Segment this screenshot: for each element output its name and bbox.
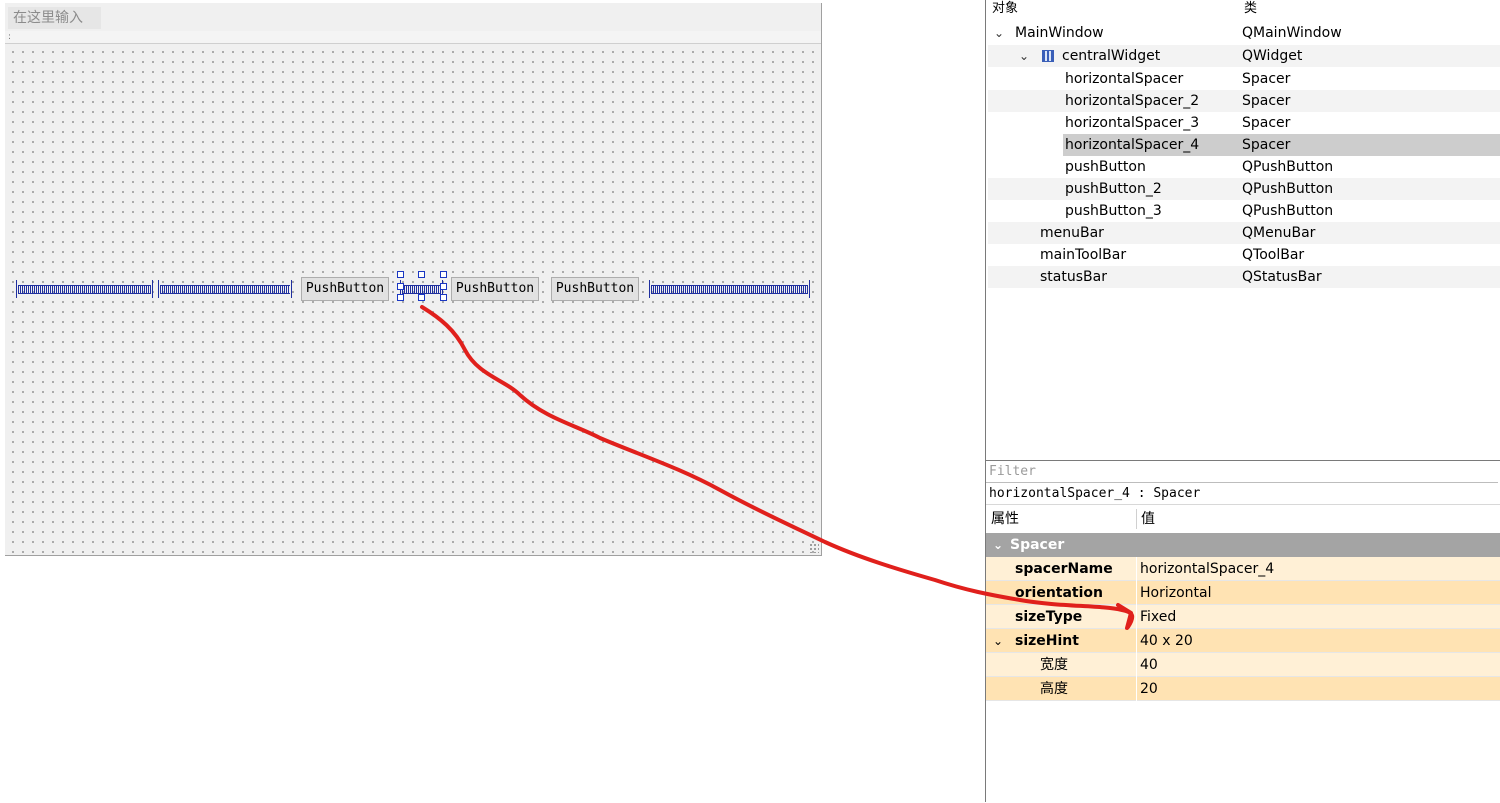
- horizontal-spacer-3[interactable]: [649, 280, 810, 298]
- tree-row-maintoolbar[interactable]: mainToolBar QToolBar: [988, 244, 1500, 266]
- push-button-3[interactable]: PushButton: [551, 277, 639, 301]
- toolbar-handle[interactable]: :: [8, 31, 11, 43]
- property-value[interactable]: Horizontal: [1140, 581, 1211, 605]
- tree-item-name: statusBar: [1040, 269, 1107, 285]
- tree-item-class: QMenuBar: [1242, 225, 1316, 241]
- tree-item-class: Spacer: [1242, 93, 1291, 109]
- push-button-1[interactable]: PushButton: [301, 277, 389, 301]
- tree-row-horizontalspacer-4-selected[interactable]: horizontalSpacer_4 Spacer: [988, 134, 1500, 156]
- property-value[interactable]: 40 x 20: [1140, 629, 1193, 653]
- property-name: orientation: [1015, 585, 1103, 601]
- tree-row-mainwindow[interactable]: ⌄ MainWindow QMainWindow: [988, 22, 1500, 44]
- tree-row-pushbutton[interactable]: pushButton QPushButton: [988, 156, 1500, 178]
- tree-item-name: horizontalSpacer: [1065, 71, 1184, 87]
- tree-item-class: Spacer: [1242, 115, 1291, 131]
- selection-handle[interactable]: [397, 294, 404, 301]
- tree-item-class: QWidget: [1242, 48, 1303, 64]
- tree-item-class: QStatusBar: [1242, 269, 1322, 285]
- property-row-height[interactable]: 高度 20: [986, 677, 1500, 701]
- horizontal-layout-icon: [1042, 50, 1054, 62]
- property-group-spacer[interactable]: ⌄ Spacer: [986, 533, 1500, 557]
- selected-object-caption: horizontalSpacer_4 : Spacer: [989, 486, 1201, 501]
- resize-grip[interactable]: [809, 543, 819, 553]
- designer-form[interactable]: 在这里输入 : PushButton PushButton PushButton: [5, 3, 822, 556]
- tree-item-name: pushButton_3: [1065, 203, 1162, 219]
- tree-item-class: QMainWindow: [1242, 25, 1342, 41]
- selection-handle[interactable]: [418, 294, 425, 301]
- property-value[interactable]: 20: [1140, 677, 1158, 701]
- tree-item-name: MainWindow: [1015, 25, 1104, 41]
- tree-row-horizontalspacer-3[interactable]: horizontalSpacer_3 Spacer: [988, 112, 1500, 134]
- property-row-sizehint[interactable]: ⌄ sizeHint 40 x 20: [986, 629, 1500, 653]
- property-row-sizetype[interactable]: sizeType Fixed: [986, 605, 1500, 629]
- tree-item-name: menuBar: [1040, 225, 1104, 241]
- horizontal-spacer[interactable]: [16, 280, 153, 298]
- tree-row-menubar[interactable]: menuBar QMenuBar: [988, 222, 1500, 244]
- selection-handle[interactable]: [440, 283, 447, 290]
- selection-handle[interactable]: [397, 283, 404, 290]
- tree-row-horizontalspacer-2[interactable]: horizontalSpacer_2 Spacer: [988, 90, 1500, 112]
- property-value[interactable]: 40: [1140, 653, 1158, 677]
- chevron-down-icon[interactable]: ⌄: [993, 533, 1003, 557]
- filter-input[interactable]: [986, 461, 1498, 483]
- tree-item-name: pushButton: [1065, 159, 1146, 175]
- tree-item-name: mainToolBar: [1040, 247, 1127, 263]
- column-header-value[interactable]: 值: [1141, 505, 1155, 533]
- property-table-header: 属性 值: [986, 504, 1500, 533]
- selection-handle[interactable]: [440, 271, 447, 278]
- selection-handle[interactable]: [418, 271, 425, 278]
- tree-row-pushbutton-2[interactable]: pushButton_2 QPushButton: [988, 178, 1500, 200]
- property-name: spacerName: [1015, 561, 1113, 577]
- tree-item-class: Spacer: [1242, 71, 1291, 87]
- tree-row-centralwidget[interactable]: ⌄ centralWidget QWidget: [988, 45, 1500, 67]
- property-row-width[interactable]: 宽度 40: [986, 653, 1500, 677]
- tree-item-name: pushButton_2: [1065, 181, 1162, 197]
- selection-handle[interactable]: [440, 294, 447, 301]
- menu-placeholder[interactable]: 在这里输入: [8, 7, 101, 29]
- chevron-down-icon[interactable]: ⌄: [994, 22, 1004, 44]
- horizontal-spacer-2[interactable]: [158, 280, 292, 298]
- property-value[interactable]: Fixed: [1140, 605, 1176, 629]
- tree-row-statusbar[interactable]: statusBar QStatusBar: [988, 266, 1500, 288]
- tree-item-name: horizontalSpacer_3: [1065, 115, 1200, 131]
- tree-item-name: horizontalSpacer_4: [1065, 137, 1200, 153]
- group-label: Spacer: [1010, 537, 1065, 553]
- column-header-class[interactable]: 类: [1244, 0, 1257, 20]
- tree-item-class: QPushButton: [1242, 203, 1334, 219]
- selection-handle[interactable]: [397, 271, 404, 278]
- central-widget-canvas[interactable]: [5, 44, 821, 555]
- main-toolbar[interactable]: :: [5, 31, 821, 44]
- object-inspector: 对象 类 ⌄ MainWindow QMainWindow ⌄ centralW…: [986, 0, 1500, 460]
- column-header-object[interactable]: 对象: [992, 0, 1018, 20]
- tree-row-horizontalspacer[interactable]: horizontalSpacer Spacer: [988, 68, 1500, 90]
- property-name: sizeType: [1015, 609, 1083, 625]
- push-button-2[interactable]: PushButton: [451, 277, 539, 301]
- property-name: 宽度: [1040, 657, 1068, 673]
- property-row-spacername[interactable]: spacerName horizontalSpacer_4: [986, 557, 1500, 581]
- tree-item-class: QPushButton: [1242, 159, 1334, 175]
- tree-item-class: QToolBar: [1242, 247, 1305, 263]
- property-name: 高度: [1040, 681, 1068, 697]
- tree-row-pushbutton-3[interactable]: pushButton_3 QPushButton: [988, 200, 1500, 222]
- tree-item-name: horizontalSpacer_2: [1065, 93, 1200, 109]
- column-header-property[interactable]: 属性: [991, 505, 1019, 533]
- tree-item-name: centralWidget: [1062, 48, 1161, 64]
- tree-item-class: Spacer: [1242, 137, 1291, 153]
- property-value[interactable]: horizontalSpacer_4: [1140, 557, 1274, 581]
- tree-item-class: QPushButton: [1242, 181, 1334, 197]
- chevron-down-icon[interactable]: ⌄: [993, 629, 1003, 653]
- property-row-orientation[interactable]: orientation Horizontal: [986, 581, 1500, 605]
- chevron-down-icon[interactable]: ⌄: [1019, 45, 1029, 67]
- property-name: sizeHint: [1015, 633, 1079, 649]
- property-editor: horizontalSpacer_4 : Spacer 属性 值 ⌄ Space…: [986, 460, 1500, 803]
